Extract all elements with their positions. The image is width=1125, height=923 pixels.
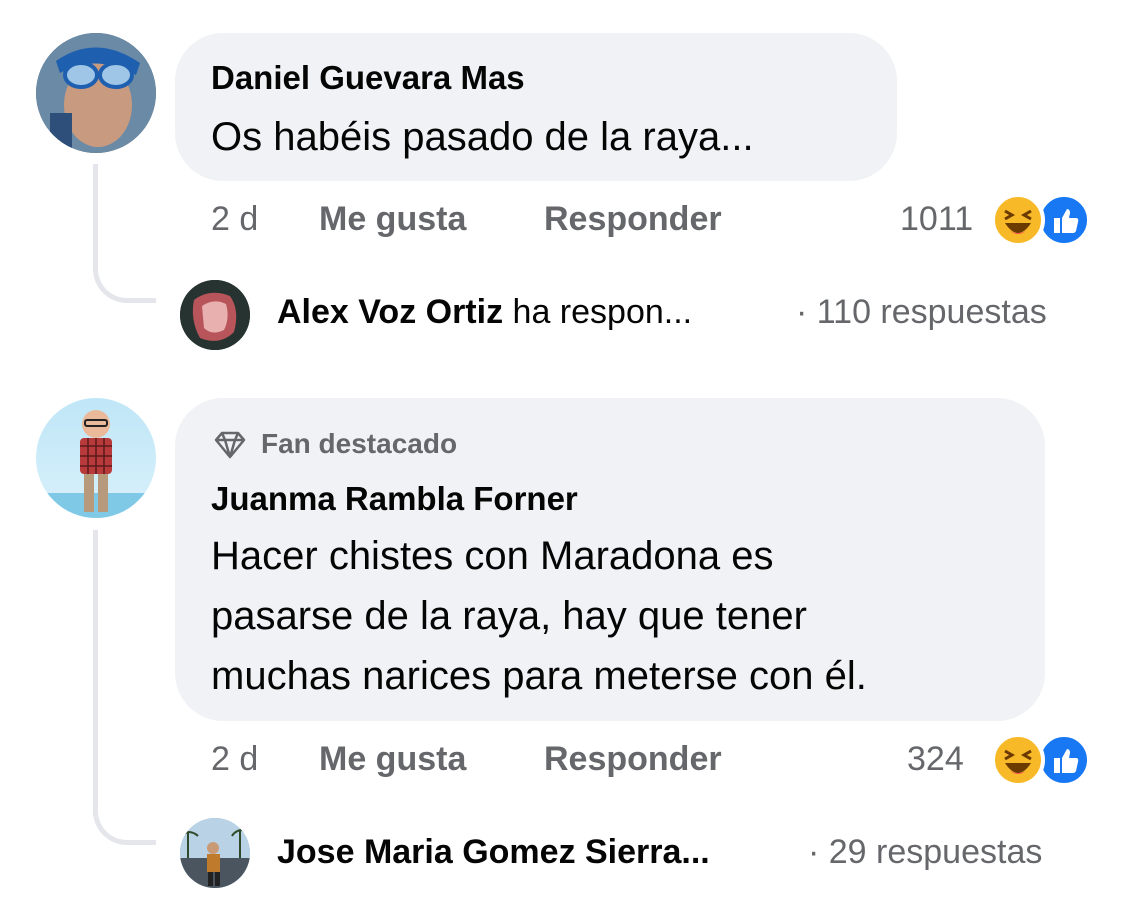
profile-photo-icon: [180, 280, 250, 350]
avatar[interactable]: [36, 33, 156, 153]
reply-preview[interactable]: Alex Voz Ortiz ha respon...: [277, 293, 692, 332]
reactions[interactable]: [991, 193, 1091, 247]
like-icon: [1037, 733, 1091, 787]
comment-author[interactable]: Daniel Guevara Mas: [211, 59, 525, 97]
avatar[interactable]: [36, 398, 156, 518]
reply-snippet: ha respon...: [503, 293, 693, 331]
comment-author[interactable]: Juanma Rambla Forner: [211, 480, 578, 518]
profile-photo-icon: [180, 818, 250, 888]
comment-time[interactable]: 2 d: [211, 200, 258, 239]
thread-connector: [93, 530, 156, 845]
reply-avatar[interactable]: [180, 818, 250, 888]
haha-icon: [991, 193, 1045, 247]
comment-bubble: Daniel Guevara Mas Os habéis pasado de l…: [175, 33, 897, 181]
diamond-icon: [214, 431, 246, 459]
like-button[interactable]: Me gusta: [319, 200, 466, 239]
thread-connector: [93, 164, 156, 303]
reply-button[interactable]: Responder: [544, 200, 722, 239]
comment-time[interactable]: 2 d: [211, 740, 258, 779]
reply-author[interactable]: Alex Voz Ortiz: [277, 293, 503, 331]
reaction-count[interactable]: 324: [907, 740, 964, 779]
reply-avatar[interactable]: [180, 280, 250, 350]
comment-text: Hacer chistes con Maradona es: [211, 534, 774, 578]
comment-text: pasarse de la raya, hay que tener: [211, 594, 807, 638]
reply-button[interactable]: Responder: [544, 740, 722, 779]
reactions[interactable]: [991, 733, 1091, 787]
profile-photo-icon: [36, 33, 156, 153]
reply-count[interactable]: · 110 respuestas: [796, 293, 1047, 332]
like-button[interactable]: Me gusta: [319, 740, 466, 779]
like-icon: [1037, 193, 1091, 247]
comment-bubble: Fan destacado Juanma Rambla Forner Hacer…: [175, 398, 1045, 721]
profile-photo-icon: [36, 410, 156, 518]
comment-text: Os habéis pasado de la raya...: [211, 115, 754, 159]
badge-label: Fan destacado: [261, 428, 458, 459]
reply-preview[interactable]: Jose Maria Gomez Sierra...: [277, 833, 710, 872]
reaction-count[interactable]: 1011: [900, 200, 973, 239]
reply-count[interactable]: · 29 respuestas: [808, 833, 1042, 872]
haha-icon: [991, 733, 1045, 787]
comment-text: muchas narices para meterse con él.: [211, 654, 867, 698]
reply-author[interactable]: Jose Maria Gomez Sierra...: [277, 833, 710, 871]
